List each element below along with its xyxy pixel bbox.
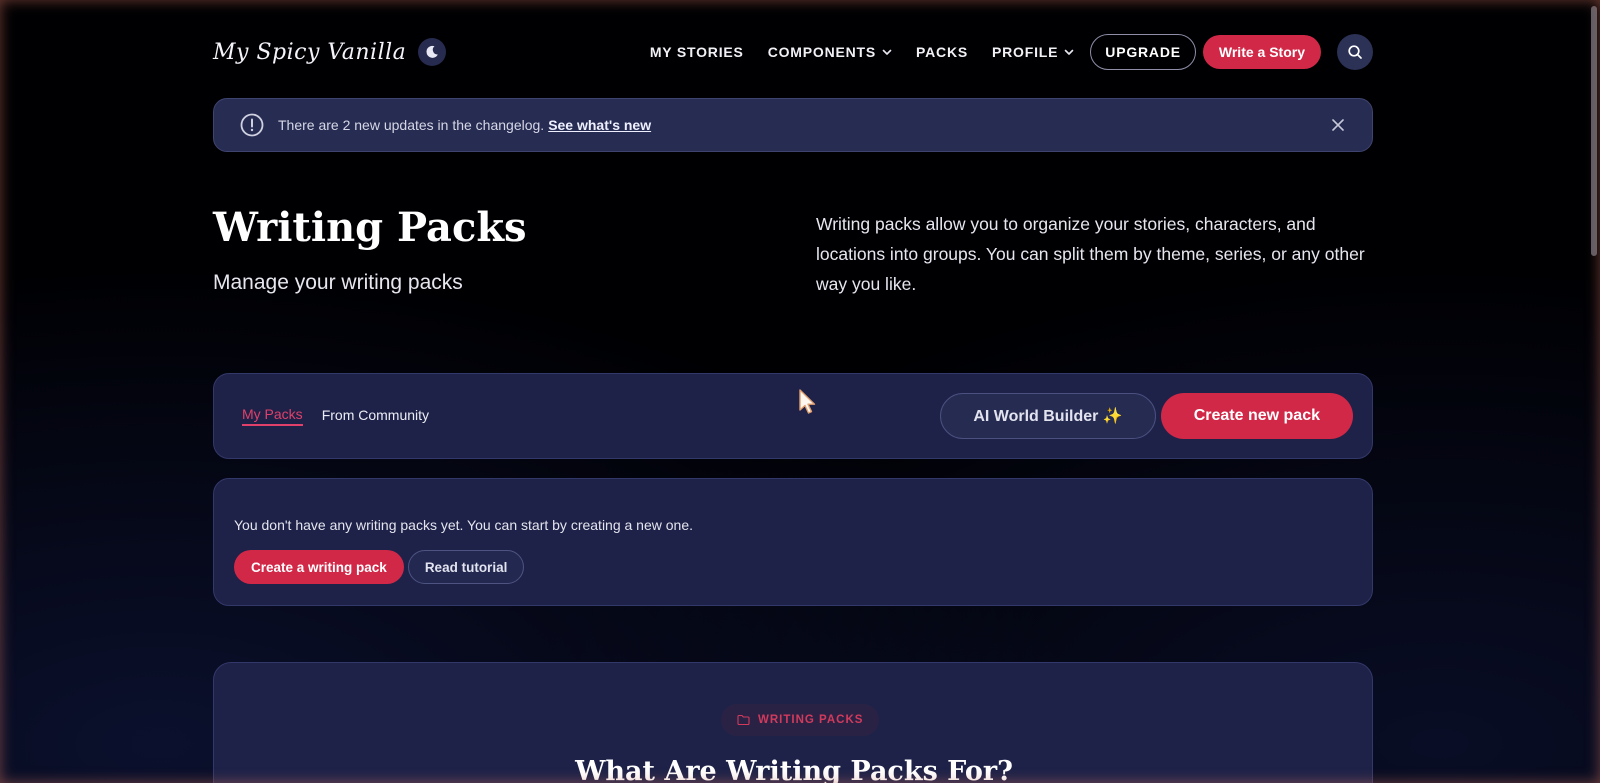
- nav-label: COMPONENTS: [767, 44, 877, 60]
- upgrade-button[interactable]: UPGRADE: [1090, 34, 1196, 70]
- banner-close-button[interactable]: [1328, 115, 1348, 135]
- page-subtitle: Manage your writing packs: [213, 271, 463, 294]
- packs-toolbar: My Packs From Community AI World Builder…: [213, 373, 1373, 459]
- empty-state-card: You don't have any writing packs yet. Yo…: [213, 478, 1373, 606]
- nav-label: PROFILE: [992, 44, 1059, 60]
- mouse-cursor-icon: [799, 389, 816, 414]
- close-icon: [1332, 119, 1344, 131]
- search-icon: [1348, 45, 1362, 59]
- nav-my-stories[interactable]: MY STORIES: [638, 44, 756, 60]
- section-badge-label: WRITING PACKS: [758, 714, 864, 726]
- page-title: Writing Packs: [213, 204, 527, 251]
- nav-components[interactable]: COMPONENTS: [756, 44, 904, 60]
- banner-text: There are 2 new updates in the changelog…: [278, 117, 545, 133]
- page: My Spicy Vanilla MY STORIES COMPONENTS P…: [0, 0, 1600, 783]
- empty-state-actions: Create a writing pack Read tutorial: [234, 550, 1352, 584]
- moon-icon: [426, 45, 439, 58]
- chevron-down-icon: [1064, 49, 1074, 55]
- info-card: WRITING PACKS What Are Writing Packs For…: [213, 662, 1373, 783]
- nav-label: PACKS: [916, 44, 968, 60]
- changelog-banner: There are 2 new updates in the changelog…: [213, 98, 1373, 152]
- ai-world-builder-button[interactable]: AI World Builder ✨: [940, 393, 1156, 439]
- create-writing-pack-button[interactable]: Create a writing pack: [234, 550, 404, 584]
- logo[interactable]: My Spicy Vanilla: [213, 40, 406, 65]
- empty-state-text: You don't have any writing packs yet. Yo…: [234, 517, 694, 533]
- read-tutorial-button[interactable]: Read tutorial: [407, 550, 525, 584]
- tab-my-packs[interactable]: My Packs: [242, 406, 303, 426]
- create-new-pack-button[interactable]: Create new pack: [1160, 393, 1353, 439]
- tab-from-community[interactable]: From Community: [322, 407, 429, 425]
- main-nav: MY STORIES COMPONENTS PACKS PROFILE UPGR…: [638, 34, 1373, 70]
- scrollbar-thumb[interactable]: [1591, 6, 1597, 256]
- page-description: Writing packs allow you to organize your…: [816, 214, 1365, 294]
- folder-icon: [737, 714, 750, 726]
- brand: My Spicy Vanilla: [213, 38, 447, 66]
- section-title: What Are Writing Packs For?: [575, 756, 1013, 783]
- alert-circle-icon: [240, 113, 264, 137]
- nav-label: MY STORIES: [649, 44, 744, 60]
- site-header: My Spicy Vanilla MY STORIES COMPONENTS P…: [213, 28, 1373, 76]
- theme-toggle-button[interactable]: [418, 38, 447, 66]
- nav-packs[interactable]: PACKS: [904, 44, 980, 60]
- nav-profile[interactable]: PROFILE: [980, 44, 1086, 60]
- page-scrollbar[interactable]: [1586, 0, 1600, 783]
- see-whats-new-link[interactable]: See what's new: [548, 117, 651, 133]
- chevron-down-icon: [882, 49, 892, 55]
- write-story-button[interactable]: Write a Story: [1202, 35, 1321, 69]
- search-button[interactable]: [1337, 34, 1373, 70]
- section-badge: WRITING PACKS: [721, 704, 880, 736]
